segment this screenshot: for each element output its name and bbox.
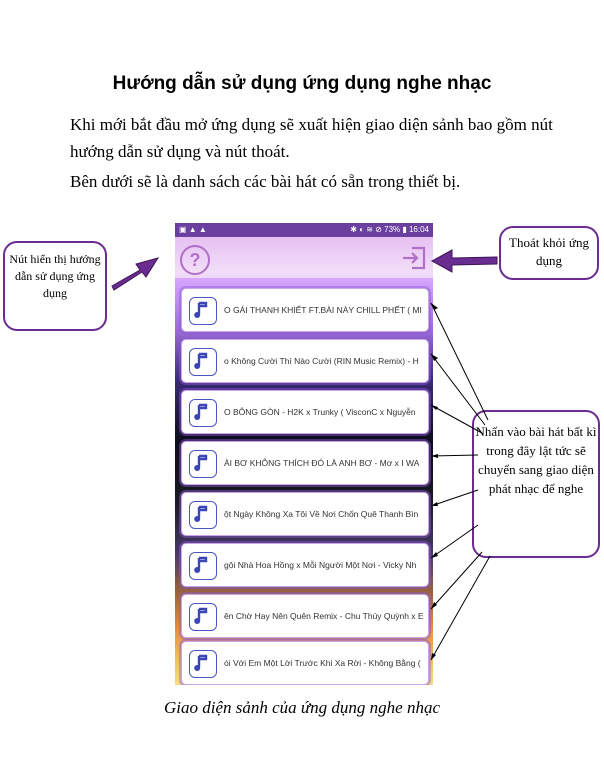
song-title: ÀI BƠ KHÔNG THÍCH ĐÓ LÀ ANH BƠ - Mơ x I … (224, 458, 420, 468)
list-paragraph: Bên dưới sẽ là danh sách các bài hát có … (70, 172, 461, 191)
status-icons-left: ▣ ▲ ▲ (179, 225, 207, 234)
music-note-icon (189, 399, 217, 427)
exit-icon[interactable] (401, 245, 427, 271)
exit-button-callout: Thoát khỏi ứng dụng (499, 226, 599, 280)
song-title: ột Ngày Không Xa Tôi Về Nơi Chốn Quê Tha… (224, 509, 419, 519)
status-icons-right: ✱ ◐ ≋ ⊘ 73% ▮ 16:04 (350, 225, 429, 234)
song-title: O BÔNG GÒN - H2K x Trunky ( VisconC x Ng… (224, 407, 416, 417)
document-title: Hướng dẫn sử dụng ứng dụng nghe nhạc (112, 73, 492, 94)
song-title: ói Với Em Một Lời Trước Khi Xa Rời - Khô… (224, 658, 421, 668)
help-button-callout: Nút hiển thị hướng dẫn sử dụng ứng dụng (3, 241, 107, 331)
help-icon[interactable]: ? (180, 245, 210, 275)
song-item[interactable]: ột Ngày Không Xa Tôi Về Nơi Chốn Quê Tha… (181, 492, 429, 536)
song-title: gôi Nhà Hoa Hồng x Mỗi Người Một Nơi - V… (224, 560, 417, 570)
song-item[interactable]: o Không Cười Thì Nào Cười (RIN Music Rem… (181, 339, 429, 383)
arrow-icon (111, 257, 160, 291)
song-item[interactable]: O GÁI THANH KHIẾT FT.BÀI NÀY CHILL PHẾT … (181, 288, 429, 332)
music-note-icon (189, 297, 217, 325)
music-note-icon (189, 603, 217, 631)
music-note-icon (189, 348, 217, 376)
song-list: O GÁI THANH KHIẾT FT.BÀI NÀY CHILL PHẾT … (175, 278, 433, 685)
status-bar: ▣ ▲ ▲ ✱ ◐ ≋ ⊘ 73% ▮ 16:04 (175, 223, 433, 237)
intro-paragraph: Khi mới bắt đầu mở ứng dụng sẽ xuất hiện… (70, 115, 553, 161)
arrow-icon (430, 249, 498, 273)
figure-caption: Giao diện sảnh của ứng dụng nghe nhạc (163, 698, 441, 717)
song-item[interactable]: ên Chờ Hay Nên Quên Remix - Chu Thúy Quỳ… (181, 594, 429, 638)
song-title: O GÁI THANH KHIẾT FT.BÀI NÀY CHILL PHẾT … (224, 305, 422, 315)
song-title: o Không Cười Thì Nào Cười (RIN Music Rem… (224, 356, 419, 366)
song-title: ên Chờ Hay Nên Quên Remix - Chu Thúy Quỳ… (224, 611, 424, 621)
music-note-icon (189, 501, 217, 529)
music-note-icon (189, 450, 217, 478)
app-screenshot: ▣ ▲ ▲ ✱ ◐ ≋ ⊘ 73% ▮ 16:04 ? O GÁI THANH … (175, 223, 433, 685)
song-list-callout: Nhấn vào bài hát bất kì trong đây lật tứ… (472, 410, 600, 558)
song-item[interactable]: ÀI BƠ KHÔNG THÍCH ĐÓ LÀ ANH BƠ - Mơ x I … (181, 441, 429, 485)
song-item[interactable]: gôi Nhà Hoa Hồng x Mỗi Người Một Nơi - V… (181, 543, 429, 587)
song-item[interactable]: O BÔNG GÒN - H2K x Trunky ( VisconC x Ng… (181, 390, 429, 434)
music-note-icon (189, 552, 217, 580)
music-note-icon (189, 650, 217, 678)
song-item[interactable]: ói Với Em Một Lời Trước Khi Xa Rời - Khô… (181, 641, 429, 685)
